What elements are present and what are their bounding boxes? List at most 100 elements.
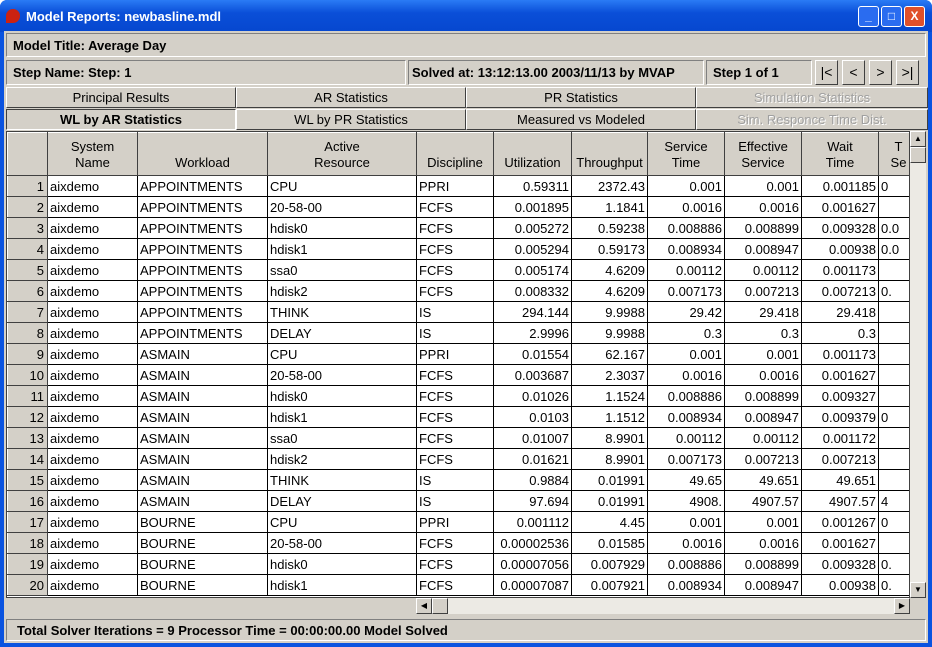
table-cell[interactable]: 0.009379: [801, 406, 879, 428]
table-cell[interactable]: 0.007213: [724, 280, 802, 302]
table-cell[interactable]: aixdemo: [47, 217, 138, 239]
table-cell[interactable]: 0.00112: [647, 427, 725, 449]
table-cell[interactable]: 0.00112: [724, 259, 802, 281]
table-cell[interactable]: 0.01621: [493, 448, 572, 470]
table-cell[interactable]: 0.008934: [647, 574, 725, 596]
table-cell[interactable]: 4908.: [647, 490, 725, 512]
table-cell[interactable]: 4: [878, 490, 909, 512]
table-cell[interactable]: aixdemo: [47, 490, 138, 512]
table-cell[interactable]: FCFS: [416, 532, 494, 554]
table-cell[interactable]: 0.001627: [801, 532, 879, 554]
table-row[interactable]: 5 aixdemo APPOINTMENTS ssa0 FCFS 0.005174 4.62…: [7, 259, 909, 281]
table-cell[interactable]: aixdemo: [47, 238, 138, 260]
table-cell[interactable]: [878, 469, 909, 491]
column-header[interactable]: [7, 132, 48, 176]
table-cell[interactable]: 0.: [878, 553, 909, 575]
row-number[interactable]: 18: [7, 532, 48, 554]
table-cell[interactable]: hdisk1: [267, 574, 417, 596]
table-cell[interactable]: 0.008947: [724, 574, 802, 596]
table-row[interactable]: 1 aixdemo APPOINTMENTS CPU PPRI 0.59311 2372.4…: [7, 175, 909, 197]
table-cell[interactable]: FCFS: [416, 553, 494, 575]
tab-principal-results[interactable]: Principal Results: [6, 87, 236, 108]
table-row[interactable]: 20 aixdemo BOURNE hdisk1 FCFS 0.00007087 0.007…: [7, 574, 909, 596]
table-cell[interactable]: ASMAIN: [137, 427, 268, 449]
table-cell[interactable]: 20-58-00: [267, 532, 417, 554]
table-cell[interactable]: aixdemo: [47, 448, 138, 470]
table-cell[interactable]: APPOINTMENTS: [137, 280, 268, 302]
table-cell[interactable]: 0.008886: [647, 385, 725, 407]
row-number[interactable]: 14: [7, 448, 48, 470]
row-number[interactable]: 11: [7, 385, 48, 407]
table-cell[interactable]: 97.694: [493, 490, 572, 512]
table-cell[interactable]: 29.42: [647, 301, 725, 323]
table-cell[interactable]: aixdemo: [47, 385, 138, 407]
table-cell[interactable]: ASMAIN: [137, 448, 268, 470]
table-cell[interactable]: 0.3: [801, 322, 879, 344]
table-cell[interactable]: hdisk0: [267, 385, 417, 407]
table-cell[interactable]: 0.007921: [571, 574, 648, 596]
table-cell[interactable]: 49.651: [724, 469, 802, 491]
table-cell[interactable]: hdisk2: [267, 448, 417, 470]
first-step-button[interactable]: |<: [815, 60, 838, 85]
table-cell[interactable]: 0.003687: [493, 364, 572, 386]
table-cell[interactable]: 0.007173: [647, 448, 725, 470]
table-cell[interactable]: 0.01585: [571, 532, 648, 554]
table-cell[interactable]: 0.00112: [724, 427, 802, 449]
results-grid[interactable]: System Name Workload Active Resource Discip…: [6, 131, 910, 598]
table-cell[interactable]: 0.008947: [724, 406, 802, 428]
table-cell[interactable]: FCFS: [416, 259, 494, 281]
table-cell[interactable]: ASMAIN: [137, 343, 268, 365]
table-cell[interactable]: 4.6209: [571, 280, 648, 302]
row-number[interactable]: 20: [7, 574, 48, 596]
table-cell[interactable]: 0.00007056: [493, 553, 572, 575]
table-cell[interactable]: 0: [878, 406, 909, 428]
table-cell[interactable]: PPRI: [416, 511, 494, 533]
table-cell[interactable]: 0.01026: [493, 385, 572, 407]
column-header[interactable]: Discipline: [416, 132, 494, 176]
column-header[interactable]: Utilization: [493, 132, 572, 176]
column-header[interactable]: Workload: [137, 132, 268, 176]
table-cell[interactable]: 0.0103: [493, 406, 572, 428]
row-number[interactable]: 19: [7, 553, 48, 575]
table-cell[interactable]: DELAY: [267, 490, 417, 512]
table-cell[interactable]: aixdemo: [47, 175, 138, 197]
table-cell[interactable]: 0.008934: [647, 406, 725, 428]
table-cell[interactable]: FCFS: [416, 385, 494, 407]
table-cell[interactable]: 0.001: [724, 175, 802, 197]
table-cell[interactable]: 0.: [878, 280, 909, 302]
table-cell[interactable]: [878, 448, 909, 470]
table-cell[interactable]: BOURNE: [137, 532, 268, 554]
table-cell[interactable]: 0.001: [724, 511, 802, 533]
table-row[interactable]: 8 aixdemo APPOINTMENTS DELAY IS 2.9996 9.9988 0…: [7, 322, 909, 344]
table-cell[interactable]: 0.00002536: [493, 532, 572, 554]
table-row[interactable]: 9 aixdemo ASMAIN CPU PPRI 0.01554 62.167 0.001 0…: [7, 343, 909, 365]
table-cell[interactable]: 0.3: [724, 322, 802, 344]
column-header[interactable]: Service Time: [647, 132, 725, 176]
row-number[interactable]: 1: [7, 175, 48, 197]
table-cell[interactable]: hdisk1: [267, 238, 417, 260]
row-number[interactable]: 16: [7, 490, 48, 512]
table-cell[interactable]: [878, 301, 909, 323]
table-cell[interactable]: aixdemo: [47, 511, 138, 533]
table-cell[interactable]: 0.008899: [724, 217, 802, 239]
table-cell[interactable]: [878, 259, 909, 281]
table-cell[interactable]: FCFS: [416, 238, 494, 260]
table-cell[interactable]: 2.9996: [493, 322, 572, 344]
row-number[interactable]: 17: [7, 511, 48, 533]
table-cell[interactable]: 0.001627: [801, 364, 879, 386]
maximize-button[interactable]: □: [881, 6, 902, 27]
table-row[interactable]: 13 aixdemo ASMAIN ssa0 FCFS 0.01007 8.9901 0.00…: [7, 427, 909, 449]
table-cell[interactable]: 0.008934: [647, 238, 725, 260]
table-cell[interactable]: APPOINTMENTS: [137, 259, 268, 281]
table-cell[interactable]: 2372.43: [571, 175, 648, 197]
table-cell[interactable]: APPOINTMENTS: [137, 238, 268, 260]
table-cell[interactable]: 0.01554: [493, 343, 572, 365]
table-cell[interactable]: BOURNE: [137, 553, 268, 575]
row-number[interactable]: 3: [7, 217, 48, 239]
title-bar[interactable]: Model Reports: newbasline.mdl _ □ X: [0, 0, 932, 32]
table-cell[interactable]: FCFS: [416, 427, 494, 449]
table-row[interactable]: 2 aixdemo APPOINTMENTS 20-58-00 FCFS 0.001895…: [7, 196, 909, 218]
table-cell[interactable]: FCFS: [416, 196, 494, 218]
table-cell[interactable]: 4.45: [571, 511, 648, 533]
table-cell[interactable]: 0.0016: [647, 364, 725, 386]
